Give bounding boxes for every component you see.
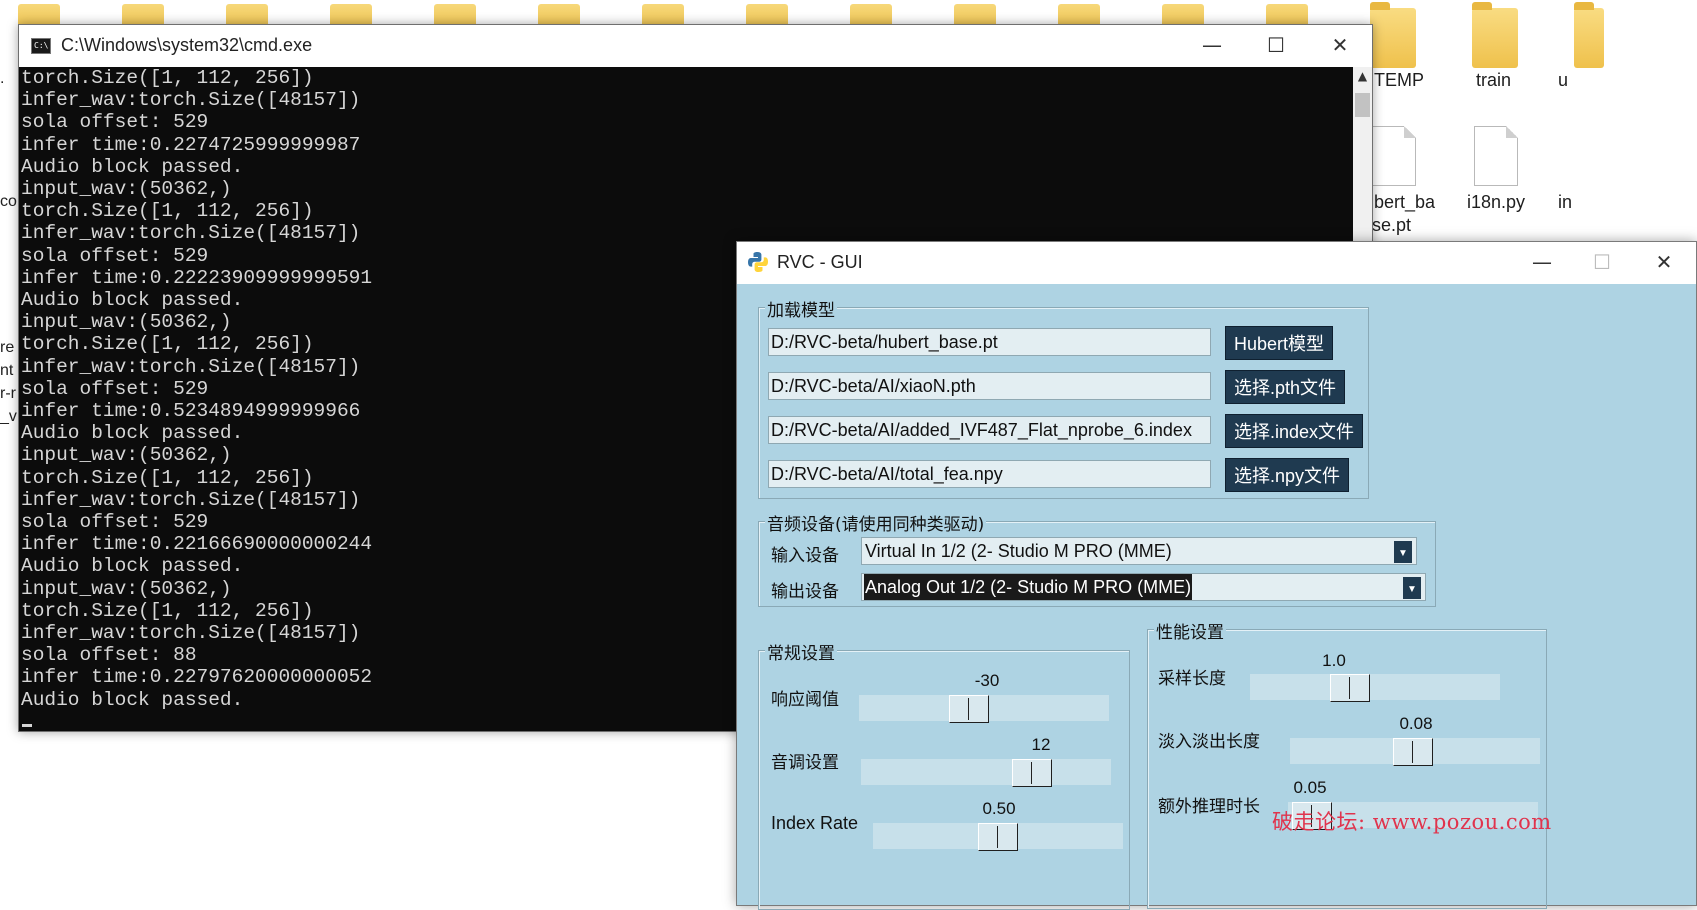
output-device-select[interactable]: Analog Out 1/2 (2- Studio M PRO (MME) ▼ [861,573,1426,601]
cmd-title: C:\Windows\system32\cmd.exe [61,35,313,55]
threshold-value: -30 [974,671,1000,690]
maximize-button[interactable]: ☐ [1244,25,1308,67]
general-settings-frame: 常规设置 响应阈值 -30 音调设置 12 Index Rate 0.50 [758,639,1130,910]
index-path-input[interactable]: D:/RVC-beta/AI/added_IVF487_Flat_nprobe_… [768,416,1211,444]
file-icon[interactable] [1474,126,1518,186]
crossfade-length-label: 淡入淡出长度 [1158,732,1260,752]
rvc-titlebar[interactable]: RVC - GUI — ☐ ✕ [737,242,1696,284]
frame-title: 加载模型 [765,296,837,321]
input-device-select[interactable]: Virtual In 1/2 (2- Studio M PRO (MME) ▼ [861,537,1417,565]
console-line: torch.Size([1, 112, 256]) [21,200,314,223]
slider-handle[interactable] [978,823,1018,851]
scroll-thumb[interactable] [1355,93,1370,117]
close-button[interactable]: ✕ [1632,242,1696,284]
input-device-label: 输入设备 [771,546,839,566]
file-label-i18n[interactable]: i18n.py [1467,190,1525,214]
sample-length-label: 采样长度 [1158,669,1226,689]
sample-length-slider[interactable] [1250,674,1500,702]
output-device-value: Analog Out 1/2 (2- Studio M PRO (MME) [864,574,1193,600]
threshold-label: 响应阈值 [771,690,839,710]
file-label-hubert[interactable]: bert_ba [1374,190,1435,214]
chevron-down-icon[interactable]: ▼ [1403,577,1421,599]
pitch-label: 音调设置 [771,753,839,773]
pth-select-button[interactable]: 选择.pth文件 [1225,370,1346,404]
file-label-hubert-ext[interactable]: se.pt [1372,213,1411,237]
console-line: sola offset: 529 [21,111,209,134]
file-label-u[interactable]: u [1558,68,1568,92]
crossfade-length-slider[interactable] [1290,738,1540,766]
console-line: infer time:0.2274725999999987 [21,133,361,156]
edge-text: . [0,70,5,87]
slider-handle[interactable] [1012,759,1052,787]
load-model-frame: 加载模型 D:/RVC-beta/hubert_base.pt Hubert模型… [758,296,1369,499]
console-cursor [22,724,32,727]
chevron-down-icon[interactable]: ▼ [1394,541,1412,563]
audio-device-frame: 音频设备(请使用同种类驱动) 输入设备 Virtual In 1/2 (2- S… [758,510,1436,607]
edge-text: r-r [0,385,16,402]
performance-settings-frame: 性能设置 采样长度 1.0 淡入淡出长度 0.08 额外推理时长 0.05 [1147,618,1547,909]
folder-icon[interactable] [1574,2,1604,68]
maximize-button[interactable]: ☐ [1570,242,1634,284]
npy-select-button[interactable]: 选择.npy文件 [1225,458,1350,492]
console-line: infer_wav:torch.Size([48157]) [21,89,361,112]
watermark: 破走论坛: www.pozou.com [1272,810,1552,834]
pth-path-input[interactable]: D:/RVC-beta/AI/xiaoN.pth [768,372,1211,400]
index-rate-value: 0.50 [982,799,1016,818]
cmd-icon: C:\ [31,38,51,54]
slider-handle[interactable] [949,695,989,723]
extra-inference-value: 0.05 [1293,778,1327,797]
edge-text: co [0,193,17,210]
folder-icon[interactable] [1370,2,1416,68]
console-line: input_wav:(50362,) [21,178,232,201]
edge-text: _v [0,408,17,425]
index-rate-slider[interactable] [873,823,1123,851]
extra-inference-label: 额外推理时长 [1158,797,1260,817]
hubert-select-button[interactable]: Hubert模型 [1225,326,1334,360]
index-select-button[interactable]: 选择.index文件 [1225,414,1364,448]
frame-title: 常规设置 [765,639,837,664]
slider-handle[interactable] [1330,674,1370,702]
slider-handle[interactable] [1393,738,1433,766]
npy-path-input[interactable]: D:/RVC-beta/AI/total_fea.npy [768,460,1211,488]
close-button[interactable]: ✕ [1308,25,1372,67]
pitch-value: 12 [1031,735,1051,754]
console-line: Audio block passed. [21,155,244,178]
python-icon [748,252,768,272]
pitch-slider[interactable] [861,759,1111,787]
crossfade-length-value: 0.08 [1399,714,1433,733]
index-rate-label: Index Rate [771,813,859,833]
cmd-titlebar[interactable]: C:\ C:\Windows\system32\cmd.exe — ☐ ✕ [19,25,1372,67]
scroll-up-icon[interactable]: ▲ [1353,69,1372,83]
input-device-value: Virtual In 1/2 (2- Studio M PRO (MME) [865,541,1172,561]
folder-icon[interactable] [1472,2,1518,68]
frame-title: 音频设备(请使用同种类驱动) [765,510,987,535]
rvc-gui-window[interactable]: RVC - GUI — ☐ ✕ 加载模型 D:/RVC-beta/hubert_… [736,241,1697,910]
edge-text: nt [0,362,14,379]
minimize-button[interactable]: — [1510,242,1574,284]
file-label-in[interactable]: in [1558,190,1572,214]
console-line: torch.Size([1, 112, 256]) [21,67,314,89]
sample-length-value: 1.0 [1322,651,1346,670]
rvc-title: RVC - GUI [777,252,863,272]
threshold-slider[interactable] [859,695,1109,723]
edge-text: re [0,339,15,356]
minimize-button[interactable]: — [1180,25,1244,67]
file-label-temp[interactable]: TEMP [1374,68,1424,92]
file-icon[interactable] [1372,126,1416,186]
output-device-label: 输出设备 [771,582,839,602]
frame-title: 性能设置 [1154,618,1226,643]
file-label-train[interactable]: train [1476,68,1511,92]
hubert-path-input[interactable]: D:/RVC-beta/hubert_base.pt [768,328,1211,356]
